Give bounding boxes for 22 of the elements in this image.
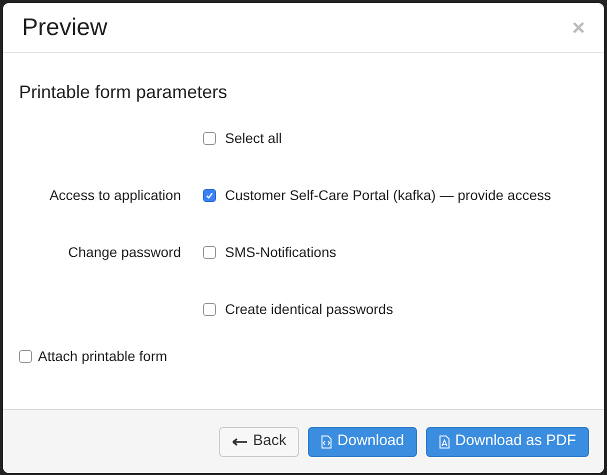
pdf-file-icon (439, 434, 450, 448)
dialog-title: Preview (22, 12, 108, 42)
option-label: Create identical passwords (225, 300, 394, 319)
checkbox[interactable] (19, 350, 32, 363)
check-icon (205, 191, 214, 200)
checkbox[interactable] (203, 246, 216, 259)
option-label: Select all (225, 129, 282, 148)
back-button[interactable]: Back (219, 426, 300, 456)
download-button[interactable]: Download as PDF (426, 426, 589, 456)
close-button[interactable]: × (572, 16, 585, 38)
section-title: Printable form parameters (19, 81, 228, 104)
option-label: Customer Self-Care Portal (kafka) — provide access (225, 186, 551, 205)
code-file-icon (321, 434, 332, 448)
checkbox[interactable] (203, 303, 216, 316)
option-label: Attach printable form (38, 347, 168, 366)
checkbox[interactable] (203, 189, 216, 202)
arrow-left-icon (232, 438, 248, 446)
field-label: Access to application (49, 187, 181, 203)
field-label: Change password (68, 244, 181, 260)
download-button[interactable]: Download (308, 426, 418, 456)
option-label: SMS-Notifications (225, 243, 336, 262)
checkbox[interactable] (203, 132, 216, 145)
